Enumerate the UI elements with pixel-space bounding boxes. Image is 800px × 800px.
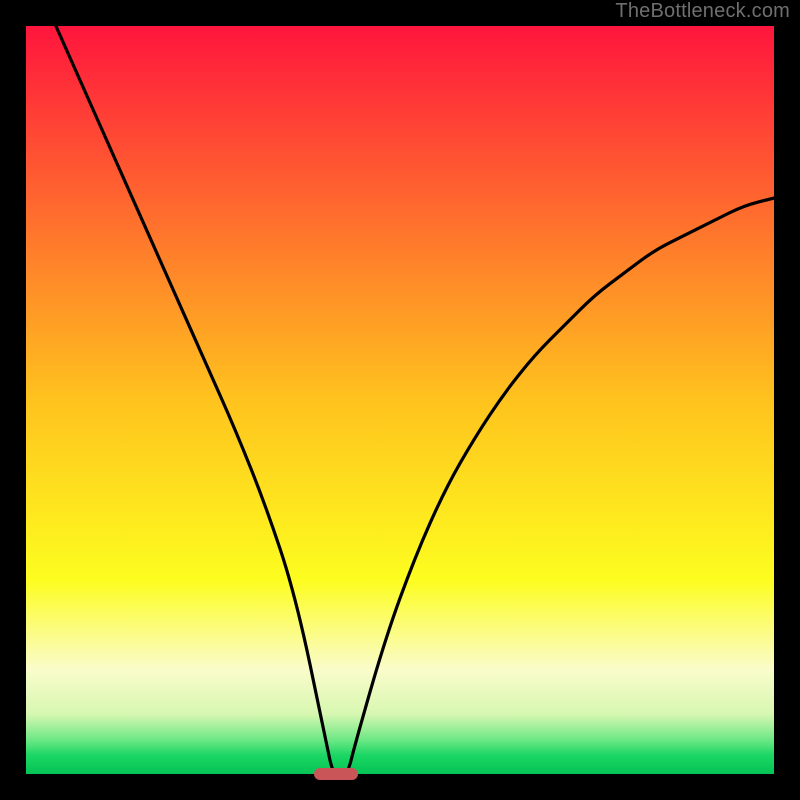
optimum-marker <box>314 768 358 780</box>
watermark-text: TheBottleneck.com <box>615 0 790 23</box>
chart-stage: TheBottleneck.com <box>0 0 800 800</box>
bottleneck-curve <box>26 26 774 774</box>
plot-area <box>26 26 774 774</box>
